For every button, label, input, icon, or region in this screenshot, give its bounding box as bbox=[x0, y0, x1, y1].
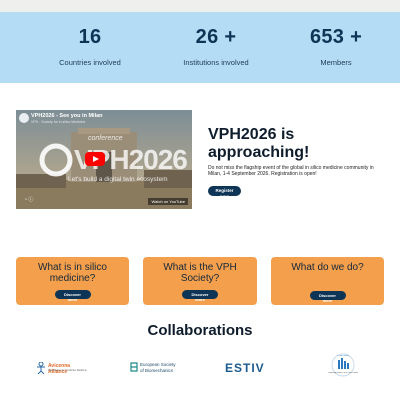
esb-logo[interactable]: European Society of Biomechanics bbox=[130, 358, 178, 378]
logo-subtitle: of Biomechanics bbox=[140, 368, 174, 373]
logo-name: In Silico World bbox=[337, 355, 349, 357]
video-title: VPH2026 - See you in Milan bbox=[31, 113, 103, 119]
watch-on-youtube-link[interactable]: Watch on YouTube bbox=[148, 198, 188, 205]
video-embed[interactable]: VPH2026 - See you in Milan VPH - Society… bbox=[16, 110, 192, 209]
discover-more-button[interactable]: Discover more bbox=[309, 291, 346, 303]
logo-name: ESTIV bbox=[225, 361, 265, 375]
video-tag: conference bbox=[88, 135, 123, 142]
logo-name: European Society bbox=[140, 362, 176, 367]
announcement-text: Do not miss the flagship event of the gl… bbox=[208, 165, 374, 177]
stat-institutions: 26 + Institutions involved bbox=[161, 26, 271, 67]
esb-mark-icon bbox=[130, 362, 138, 372]
card-what-we-do[interactable]: What do we do? Discover more bbox=[271, 257, 384, 305]
stat-number: 16 bbox=[78, 26, 102, 48]
stat-number: 653 + bbox=[309, 26, 363, 48]
video-channel: VPH - Society for in silico Medicine bbox=[31, 120, 86, 124]
announcement-title: VPH2026 is approaching! bbox=[208, 126, 310, 161]
video-controls-icon[interactable]: ◔ ⓘ bbox=[24, 196, 33, 203]
play-icon[interactable] bbox=[85, 152, 105, 166]
stats-band: 16 Countries involved 26 + Institutions … bbox=[0, 12, 400, 83]
channel-avatar bbox=[19, 113, 29, 123]
card-vph-society[interactable]: What is the VPH Society? Discover more bbox=[143, 257, 257, 305]
card-title: What is in silico medicine? bbox=[38, 262, 107, 284]
stat-label: Countries involved bbox=[59, 58, 121, 67]
top-strip bbox=[0, 0, 400, 12]
avicenna-alliance-logo[interactable]: Avicenna Alliance Association for Predic… bbox=[36, 358, 87, 378]
stat-countries: 16 Countries involved bbox=[35, 26, 145, 67]
card-in-silico-medicine[interactable]: What is in silico medicine? Discover mor… bbox=[16, 257, 129, 305]
register-now-button[interactable]: Register now bbox=[208, 186, 241, 199]
stat-members: 653 + Members bbox=[281, 26, 391, 67]
stat-label: Members bbox=[320, 58, 352, 67]
video-slogan: Let's build a digital twin ecosystem bbox=[68, 176, 168, 183]
card-title: What do we do? bbox=[291, 262, 364, 273]
discover-more-button[interactable]: Discover more bbox=[182, 290, 218, 302]
estiv-logo[interactable]: ESTIV bbox=[225, 358, 271, 378]
stat-label: Institutions involved bbox=[183, 58, 249, 67]
in-silico-world-logo[interactable]: Lowering barriers to in silico medicine … bbox=[328, 353, 358, 379]
avicenna-figure-icon bbox=[37, 362, 45, 374]
logo-subtitle: Lowering barriers to in silico medicine bbox=[328, 372, 358, 374]
collaborations-heading: Collaborations bbox=[147, 322, 253, 339]
discover-more-button[interactable]: Discover more bbox=[54, 290, 91, 302]
card-title: What is the VPH Society? bbox=[163, 262, 237, 284]
logo-subtitle: Association for Predictive Medicine bbox=[48, 369, 87, 372]
stat-number: 26 + bbox=[195, 26, 237, 48]
